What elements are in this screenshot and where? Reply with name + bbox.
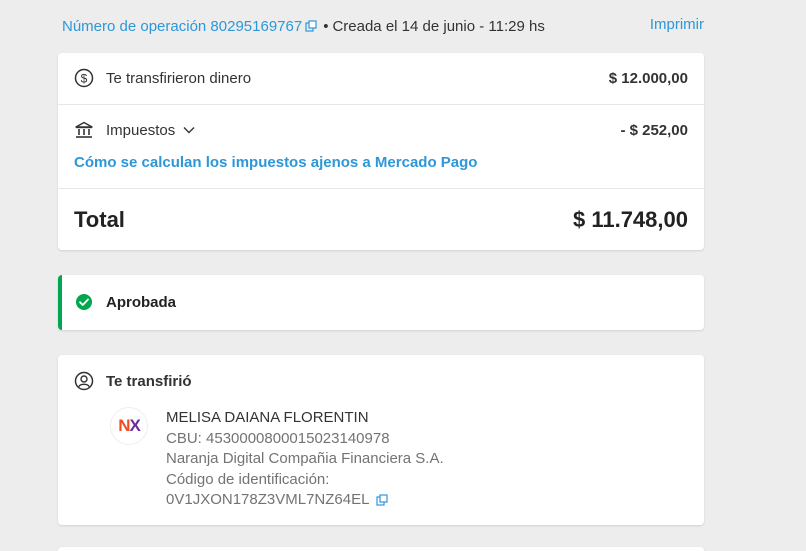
status-label: Aprobada bbox=[106, 293, 177, 311]
taxes-label[interactable]: Impuestos bbox=[106, 122, 175, 139]
sender-title-row: Te transfirió bbox=[58, 368, 704, 394]
header-separator: • bbox=[323, 17, 329, 35]
received-row: $ Te transfirieron dinero $ 12.000,00 bbox=[58, 65, 704, 91]
divider bbox=[58, 104, 704, 105]
bank-icon bbox=[74, 120, 94, 140]
sender-bank: Naranja Digital Compañia Financiera S.A. bbox=[166, 450, 444, 467]
sender-info: MELISA DAIANA FLORENTIN CBU: 45300008000… bbox=[166, 408, 444, 511]
copy-icon[interactable] bbox=[305, 20, 317, 32]
id-value: 0V1JXON178Z3VML7NZ64EL bbox=[166, 491, 369, 508]
summary-card: $ Te transfirieron dinero $ 12.000,00 Im… bbox=[58, 53, 704, 250]
chevron-down-icon[interactable] bbox=[183, 126, 195, 134]
svg-text:$: $ bbox=[81, 72, 88, 86]
id-row: 0V1JXON178Z3VML7NZ64EL bbox=[166, 490, 444, 511]
received-label: Te transfirieron dinero bbox=[106, 69, 252, 87]
created-date: Creada el 14 de junio - 11:29 hs bbox=[332, 17, 545, 35]
check-circle-icon bbox=[74, 292, 94, 312]
received-amount: $ 12.000,00 bbox=[608, 69, 688, 87]
total-row: Total $ 11.748,00 bbox=[58, 204, 704, 236]
sender-card: Te transfirió NX MELISA DAIANA FLORENTIN… bbox=[58, 355, 704, 525]
copy-icon[interactable] bbox=[376, 494, 388, 506]
status-card: Aprobada bbox=[58, 275, 704, 330]
taxes-info-link[interactable]: Cómo se calculan los impuestos ajenos a … bbox=[74, 154, 477, 171]
total-amount: $ 11.748,00 bbox=[572, 207, 688, 232]
operation-header: Número de operación 80295169767 • Creada… bbox=[62, 16, 704, 36]
bank-logo: NX bbox=[110, 407, 148, 445]
operation-number-link[interactable]: Número de operación 80295169767 bbox=[62, 18, 302, 35]
sender-name: MELISA DAIANA FLORENTIN bbox=[166, 409, 369, 426]
next-card bbox=[58, 547, 704, 551]
taxes-amount: - $ 252,00 bbox=[620, 121, 688, 139]
id-label: Código de identificación: bbox=[166, 470, 330, 488]
user-circle-icon bbox=[74, 371, 94, 391]
divider bbox=[58, 188, 704, 189]
status-row: Aprobada bbox=[62, 289, 704, 315]
dollar-circle-icon: $ bbox=[74, 68, 94, 88]
taxes-row[interactable]: Impuestos - $ 252,00 bbox=[58, 117, 704, 143]
total-label: Total bbox=[74, 207, 125, 232]
sender-cbu: CBU: 4530000800015023140978 bbox=[166, 429, 390, 447]
sender-title: Te transfirió bbox=[106, 372, 192, 390]
print-link[interactable]: Imprimir bbox=[650, 16, 704, 33]
